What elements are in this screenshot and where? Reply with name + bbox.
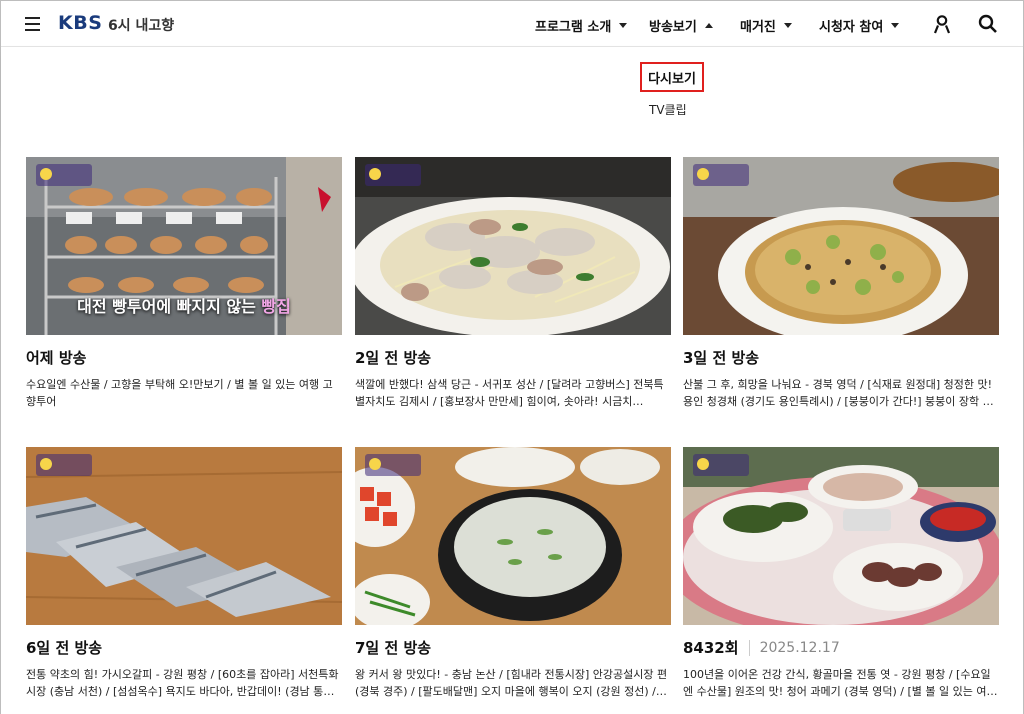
episode-thumbnail[interactable] [26,447,342,625]
episode-grid: 대전 빵투어에 빠지지 않는 빵집 어제 방송 수요일엔 수산물 / 고향을 부… [1,139,1023,714]
program-badge [693,164,749,186]
top-header: KBS 6시 내고향 프로그램 소개 방송보기 매거진 시청자 참여 [1,1,1023,47]
card-title[interactable]: 8432회 2025.12.17 [683,637,999,658]
program-badge [36,454,92,476]
nav-broadcast[interactable]: 방송보기 [649,16,713,35]
nav-magazine[interactable]: 매거진 [740,16,792,35]
program-badge [365,164,421,186]
hamburger-icon[interactable] [25,17,40,31]
broadcast-submenu: 다시보기 TV클립 [1,47,1023,139]
card-description[interactable]: 색깔에 반했다! 삼색 당근 - 서귀포 성산 / [달려라 고향버스] 전북특… [355,376,671,410]
episode-thumbnail[interactable] [355,157,671,335]
nav-viewer-participation[interactable]: 시청자 참여 [819,16,900,35]
chevron-up-icon [704,23,713,28]
submenu-replay[interactable]: 다시보기 [640,62,704,92]
card-description[interactable]: 전통 약초의 힘! 가시오갈피 - 강원 평창 / [60초를 잡아라] 서천특… [26,666,342,700]
program-badge [365,454,421,476]
episode-card[interactable]: 2일 전 방송 색깔에 반했다! 삼색 당근 - 서귀포 성산 / [달려라 고… [355,157,671,410]
broadcast-date: 2025.12.17 [748,639,840,656]
chevron-down-icon [783,23,792,28]
episode-card[interactable]: 3일 전 방송 산불 그 후, 희망을 나눠요 - 경북 영덕 / [식재료 원… [683,157,999,410]
submenu-tv-clip[interactable]: TV클립 [649,101,687,118]
episode-thumbnail[interactable]: 대전 빵투어에 빠지지 않는 빵집 [26,157,342,335]
nav-label: 프로그램 소개 [535,20,612,35]
user-icon[interactable] [932,14,952,34]
episode-card[interactable]: 대전 빵투어에 빠지지 않는 빵집 어제 방송 수요일엔 수산물 / 고향을 부… [26,157,342,410]
program-badge [693,454,749,476]
chevron-down-icon [619,23,628,28]
thumbnail-caption: 대전 빵투어에 빠지지 않는 빵집 [77,297,291,316]
card-title[interactable]: 3일 전 방송 [683,347,999,368]
search-icon[interactable] [978,14,998,34]
card-title[interactable]: 7일 전 방송 [355,637,671,658]
card-description[interactable]: 100년을 이어온 건강 간식, 황골마을 전통 엿 - 강원 평창 / [수요… [683,666,999,700]
kbs-logo[interactable]: KBS [58,12,102,34]
nav-program-intro[interactable]: 프로그램 소개 [535,16,628,35]
episode-card[interactable]: 8432회 2025.12.17 100년을 이어온 건강 간식, 황골마을 전… [683,447,999,700]
chevron-down-icon [891,23,900,28]
card-title[interactable]: 6일 전 방송 [26,637,342,658]
episode-card[interactable]: 7일 전 방송 왕 커서 왕 맛있다! - 충남 논산 / [힘내라 전통시장]… [355,447,671,700]
card-description[interactable]: 수요일엔 수산물 / 고향을 부탁해 오!만보기 / 별 볼 일 있는 여행 고… [26,376,342,410]
nav-label: 매거진 [740,20,776,35]
card-title[interactable]: 어제 방송 [26,347,342,368]
episode-thumbnail[interactable] [355,447,671,625]
episode-card[interactable]: 6일 전 방송 전통 약초의 힘! 가시오갈피 - 강원 평창 / [60초를 … [26,447,342,700]
episode-thumbnail[interactable] [683,447,999,625]
card-description[interactable]: 왕 커서 왕 맛있다! - 충남 논산 / [힘내라 전통시장] 안강공설시장 … [355,666,671,700]
episode-thumbnail[interactable] [683,157,999,335]
program-title[interactable]: 6시 내고향 [108,15,174,35]
card-description[interactable]: 산불 그 후, 희망을 나눠요 - 경북 영덕 / [식재료 원정대] 청정한 … [683,376,999,410]
nav-label: 시청자 참여 [819,20,884,35]
program-badge [36,164,92,186]
nav-label: 방송보기 [649,20,697,35]
card-title[interactable]: 2일 전 방송 [355,347,671,368]
